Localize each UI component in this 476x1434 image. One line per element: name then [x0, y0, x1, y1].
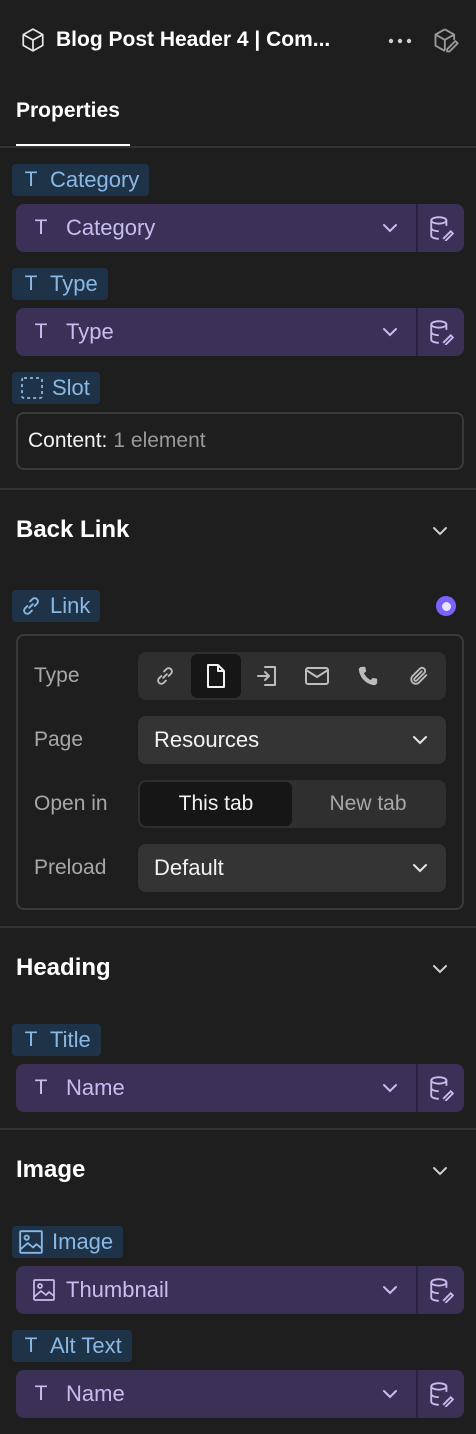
chevron-down-icon: [382, 327, 398, 337]
slot-content-label: Content:: [28, 429, 108, 452]
preload-label: Preload: [34, 856, 107, 879]
page-select-value: Resources: [154, 727, 260, 752]
field-tag-title: T Title: [12, 1024, 101, 1056]
field-tag-label: Link: [50, 593, 91, 618]
open-this-tab-option[interactable]: This tab: [140, 782, 292, 826]
open-in-label: Open in: [34, 792, 108, 815]
field-tag-category: T Category: [12, 164, 150, 196]
attachment-icon[interactable]: [393, 654, 444, 698]
database-edit-icon[interactable]: [418, 1370, 464, 1418]
section-title-heading: Heading: [16, 954, 111, 981]
open-in-toggle: This tab New tab: [138, 780, 446, 828]
field-tag-label: Alt Text: [50, 1333, 122, 1358]
chevron-down-icon: [382, 1285, 398, 1295]
component-icon: [20, 27, 46, 53]
tab-properties[interactable]: Properties: [16, 99, 120, 123]
text-type-icon: T: [24, 168, 38, 191]
field-tag-image: Image: [12, 1226, 124, 1258]
database-edit-icon[interactable]: [418, 1266, 464, 1314]
open-new-tab-option[interactable]: New tab: [292, 782, 444, 826]
chevron-down-icon: [382, 223, 398, 233]
image-icon: [32, 1278, 55, 1302]
chevron-down-icon[interactable]: [432, 1166, 448, 1176]
chevron-down-icon: [382, 1083, 398, 1093]
image-select[interactable]: Thumbnail: [16, 1266, 464, 1314]
link-type-segmented: [138, 652, 446, 700]
section-title-back-link: Back Link: [16, 516, 130, 543]
field-tag-label: Slot: [52, 375, 90, 400]
field-tag-label: Type: [50, 271, 98, 296]
text-type-icon: T: [34, 1076, 48, 1099]
slot-icon: [20, 376, 44, 400]
database-edit-icon[interactable]: [418, 1064, 464, 1112]
type-select-value: Type: [66, 319, 114, 344]
panel-title: Blog Post Header 4 | Com...: [56, 28, 331, 51]
preload-select-value: Default: [154, 855, 224, 880]
category-select-value: Category: [66, 215, 156, 240]
slot-content-box[interactable]: Content: 1 element: [16, 412, 464, 470]
chevron-down-icon[interactable]: [432, 526, 448, 536]
alt-text-select-value: Name: [66, 1381, 125, 1406]
field-tag-label: Title: [50, 1027, 91, 1052]
slot-content-value: 1 element: [113, 429, 206, 452]
image-icon: [18, 1229, 44, 1255]
cube-edit-icon[interactable]: [432, 27, 460, 55]
binding-indicator[interactable]: [436, 596, 456, 616]
chevron-down-icon[interactable]: [432, 964, 448, 974]
text-type-icon: T: [24, 1028, 38, 1051]
text-type-icon: T: [24, 1334, 38, 1357]
divider: [0, 488, 476, 490]
text-type-icon: T: [24, 272, 38, 295]
chevron-down-icon: [412, 863, 428, 873]
section-title-image: Image: [16, 1156, 86, 1183]
type-label: Type: [34, 664, 80, 687]
phone-icon[interactable]: [343, 654, 394, 698]
page-select[interactable]: Resources: [138, 716, 446, 764]
more-horizontal-icon[interactable]: [387, 30, 413, 52]
link-icon[interactable]: [140, 654, 191, 698]
text-type-icon: T: [34, 216, 48, 239]
mail-icon[interactable]: [292, 654, 343, 698]
database-edit-icon[interactable]: [418, 204, 464, 252]
chevron-down-icon: [382, 1389, 398, 1399]
image-select-value: Thumbnail: [66, 1277, 169, 1302]
link-icon: [20, 595, 42, 617]
page-label: Page: [34, 728, 84, 751]
page-icon[interactable]: [190, 654, 242, 698]
preload-select[interactable]: Default: [138, 844, 446, 892]
divider: [0, 146, 476, 148]
type-select[interactable]: T Type: [16, 308, 464, 356]
field-tag-type: T Type: [12, 268, 108, 300]
text-type-icon: T: [34, 1382, 48, 1405]
field-tag-alt-text: T Alt Text: [12, 1330, 132, 1362]
title-select[interactable]: T Name: [16, 1064, 464, 1112]
field-tag-link: Link: [12, 590, 101, 622]
field-tag-label: Category: [50, 167, 140, 192]
title-select-value: Name: [66, 1075, 125, 1100]
divider: [0, 926, 476, 928]
text-type-icon: T: [34, 320, 48, 343]
database-edit-icon[interactable]: [418, 308, 464, 356]
alt-text-select[interactable]: T Name: [16, 1370, 464, 1418]
field-tag-label: Image: [52, 1229, 114, 1254]
enter-icon[interactable]: [241, 654, 292, 698]
category-select[interactable]: T Category: [16, 204, 464, 252]
divider: [0, 1128, 476, 1130]
field-tag-slot: Slot: [12, 372, 100, 404]
chevron-down-icon: [412, 735, 428, 745]
